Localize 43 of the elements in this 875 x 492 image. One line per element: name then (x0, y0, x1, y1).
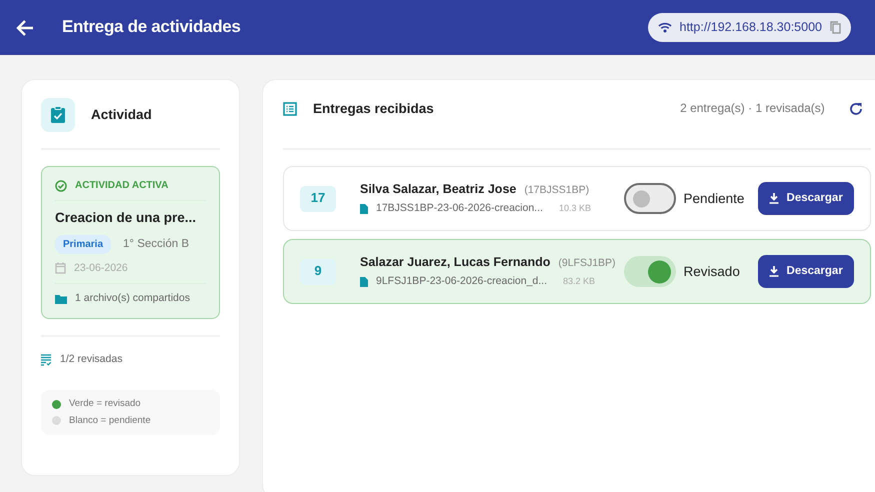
student-code: (9LFSJ1BP) (558, 257, 616, 271)
panel-title: Actividad (91, 106, 152, 124)
section-label: 1° Sección B (123, 236, 189, 252)
wifi-icon (658, 22, 672, 33)
folder-icon (55, 294, 67, 304)
refresh-icon[interactable] (848, 102, 863, 116)
file-name: 17BJSS1BP-23-06-2026-creacion... (376, 202, 543, 216)
list-icon (283, 102, 297, 116)
student-name: Silva Salazar, Beatriz Jose (360, 181, 516, 198)
student-code: (17BJSS1BP) (524, 184, 590, 198)
download-icon (768, 266, 779, 277)
section-title: Entregas recibidas (313, 100, 434, 118)
file-size: 83.2 KB (563, 276, 596, 288)
check-circle-icon (55, 180, 67, 192)
file-icon (360, 276, 368, 287)
file-size: 10.3 KB (558, 202, 591, 215)
checklist-icon (41, 354, 52, 366)
app-title: Entrega de actividades (61, 16, 241, 38)
calendar-icon (55, 262, 66, 274)
student-name: Salazar Juarez, Lucas Fernando (360, 254, 550, 271)
reviewed-count: 1/2 revisadas (60, 352, 122, 366)
review-toggle[interactable] (624, 183, 676, 214)
activity-status: ACTIVIDAD ACTIVA (75, 179, 168, 192)
clipboard-icon (41, 98, 75, 132)
review-status: Pendiente (684, 190, 746, 208)
review-status: Revisado (684, 262, 741, 280)
server-url-pill[interactable]: http://192.168.18.30:5000 (648, 13, 851, 42)
level-tag: Primaria (55, 234, 112, 254)
student-number: 9 (300, 258, 336, 284)
download-button[interactable]: Descargar (758, 182, 854, 216)
file-icon (360, 204, 368, 214)
file-name: 9LFSJ1BP-23-06-2026-creacion_d... (376, 275, 548, 289)
submission-summary: 2 entrega(s) · 1 revisada(s) (680, 101, 825, 117)
download-icon (768, 193, 779, 204)
activity-name: Creacion de una pre... (55, 209, 198, 227)
student-number: 17 (300, 186, 336, 212)
legend-label: Verde = revisado (69, 398, 141, 411)
download-button[interactable]: Descargar (758, 254, 854, 288)
back-icon[interactable] (16, 20, 34, 36)
shared-files-count: 1 archivo(s) compartidos (75, 292, 190, 306)
legend-label: Blanco = pendiente (69, 414, 151, 428)
review-toggle[interactable] (624, 256, 676, 287)
activity-date: 23-06-2026 (74, 262, 128, 276)
